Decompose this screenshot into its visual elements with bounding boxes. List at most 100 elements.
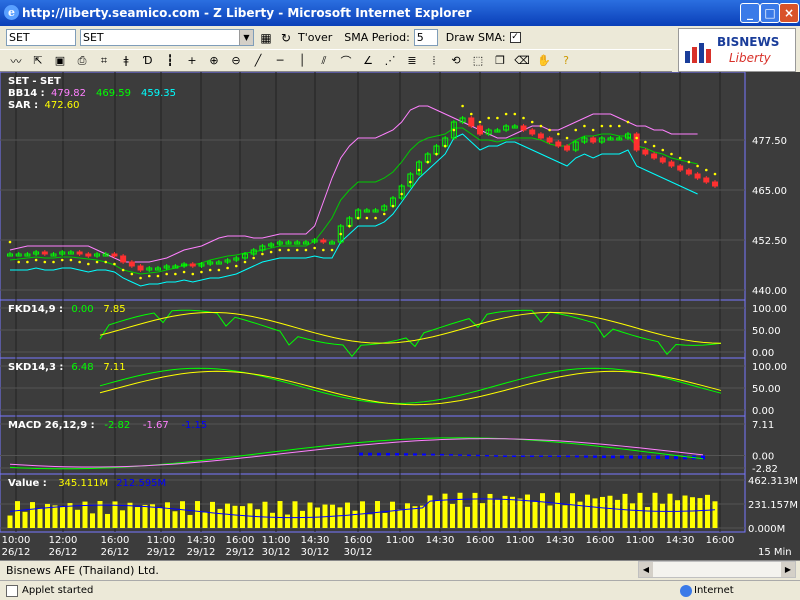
logo-bars-icon (685, 43, 711, 63)
macd-line (9, 437, 704, 470)
volume-bar (202, 512, 208, 528)
fibo-time-icon[interactable]: ⦙ (426, 54, 442, 68)
macd-histogram-bar (431, 453, 435, 456)
x-tick-time: 12:00 (49, 535, 78, 546)
chart-type-icon[interactable]: ⌗ (96, 54, 112, 68)
delete-icon[interactable]: ⌫ (514, 54, 530, 67)
help-icon[interactable]: ? (558, 54, 574, 67)
copy-icon[interactable]: ❐ (492, 54, 508, 67)
hand-icon[interactable]: ✋ (536, 54, 552, 67)
volume-bar (705, 494, 710, 528)
candle-body (537, 133, 544, 139)
fan-icon[interactable]: ⋰ (382, 54, 398, 67)
macd-histogram-bar (440, 453, 444, 456)
sar-dot (565, 136, 569, 140)
sar-dot (234, 264, 238, 268)
bisnews-logo: BISNEWS Liberty (678, 28, 796, 72)
color-grid-icon[interactable]: ▦ (258, 31, 274, 45)
volume-bar (660, 503, 665, 528)
indicator-title: Value : (8, 478, 47, 489)
y-tick-label: 50.00 (752, 384, 781, 395)
sar-dot (243, 260, 247, 264)
sar-dot (365, 216, 369, 220)
y-tick-label: 0.00 (752, 406, 774, 417)
macd-histogram-bar (620, 455, 624, 459)
macd-histogram-bar (539, 455, 543, 458)
trend-line-icon[interactable]: ╱ (250, 54, 266, 67)
minimize-button[interactable]: _ (740, 3, 760, 23)
sar-dot (313, 246, 316, 250)
print-icon[interactable]: ⎙ (74, 54, 90, 68)
x-tick-time: 16:00 (226, 535, 255, 546)
sar-dot (217, 268, 221, 272)
price-legend-value: 459.35 (141, 88, 176, 99)
symbol-input[interactable]: SET (6, 29, 76, 46)
x-tick-date: 30/12 (301, 547, 330, 558)
sar-dot (487, 116, 491, 120)
x-tick-time: 16:00 (344, 535, 373, 546)
stock-chart-area[interactable]: 477.50 465.00 452.50 440.00 SET - SET BB14 :4… (0, 72, 800, 560)
macd-histogram-bar (629, 455, 633, 459)
vertical-line-icon[interactable]: │ (294, 54, 310, 67)
symbol-select[interactable]: SET ▼ (80, 29, 254, 46)
arc-icon[interactable]: ⌒ (338, 53, 354, 69)
scroll-right-icon[interactable]: ▶ (781, 562, 795, 577)
dy-icon[interactable]: Ɗ (140, 54, 156, 67)
sar-dot (626, 120, 630, 124)
macd-histogram-bar (386, 452, 390, 456)
refresh-icon[interactable]: ↻ (278, 31, 294, 45)
sar-dot (452, 128, 456, 132)
fibonacci-icon[interactable]: ≣ (404, 54, 420, 67)
chart-settings-toolbar: SET SET ▼ ▦ ↻ T'over SMA Period: 5 Draw … (0, 26, 672, 50)
scroll-left-icon[interactable]: ◀ (639, 562, 653, 577)
sar-dot (443, 144, 447, 148)
x-tick-time: 14:30 (426, 535, 455, 546)
indicator-legend-value: 345.111M (58, 478, 108, 489)
volume-bar (90, 513, 95, 528)
line-style-icon[interactable]: 〰 (8, 53, 24, 69)
sar-dot (78, 260, 81, 264)
save-icon[interactable]: ▣ (52, 54, 68, 67)
sar-dot (165, 272, 168, 276)
volume-bar (412, 506, 418, 528)
volume-bar (240, 506, 245, 528)
maximize-button[interactable]: □ (760, 3, 780, 23)
close-button[interactable]: × (779, 3, 799, 23)
sar-dot (182, 270, 186, 274)
macd-histogram-bar (422, 453, 426, 456)
ohlc-icon[interactable]: ǂ (118, 54, 134, 67)
sar-dot (121, 268, 125, 272)
volume-bar (712, 501, 718, 528)
draw-sma-checkbox[interactable]: ✓ (509, 32, 521, 43)
bar-style-icon[interactable]: ┇ (162, 54, 178, 67)
candle-body (111, 253, 118, 257)
candle-body (41, 251, 48, 255)
tover-label: T'over (298, 31, 333, 44)
sar-dot (417, 168, 421, 172)
select-icon[interactable]: ⬚ (470, 54, 486, 67)
horizontal-scrollbar[interactable]: ◀ ▶ (638, 561, 796, 578)
zoom-in-icon[interactable]: ⊕ (206, 54, 222, 67)
cycle-icon[interactable]: ⟲ (448, 54, 464, 67)
volume-bar (525, 494, 530, 528)
sma-period-input[interactable]: 5 (413, 29, 438, 46)
candle-body (712, 181, 718, 187)
macd-histogram-bar (566, 455, 570, 458)
volume-bar (75, 509, 80, 528)
x-tick-time: 16:00 (706, 535, 735, 546)
zoom-out-icon[interactable]: ⊖ (228, 54, 244, 67)
volume-bar (547, 505, 553, 528)
volume-bar (615, 499, 620, 528)
angle-icon[interactable]: ∠ (360, 54, 376, 67)
page-icon (6, 585, 18, 597)
horizontal-line-icon[interactable]: ─ (272, 54, 288, 67)
sar-dot (295, 248, 299, 252)
sar-dot (147, 274, 151, 278)
crosshair-icon[interactable]: + (184, 54, 200, 67)
sar-dot (539, 124, 543, 128)
chart-canvas[interactable]: 477.50465.00452.50440.00SET - SETBB14 :4… (0, 72, 800, 560)
pointer-icon[interactable]: ⇱ (30, 54, 46, 67)
candle-body (685, 169, 692, 175)
sar-dot (678, 156, 682, 160)
channel-icon[interactable]: ⫽ (316, 54, 332, 68)
